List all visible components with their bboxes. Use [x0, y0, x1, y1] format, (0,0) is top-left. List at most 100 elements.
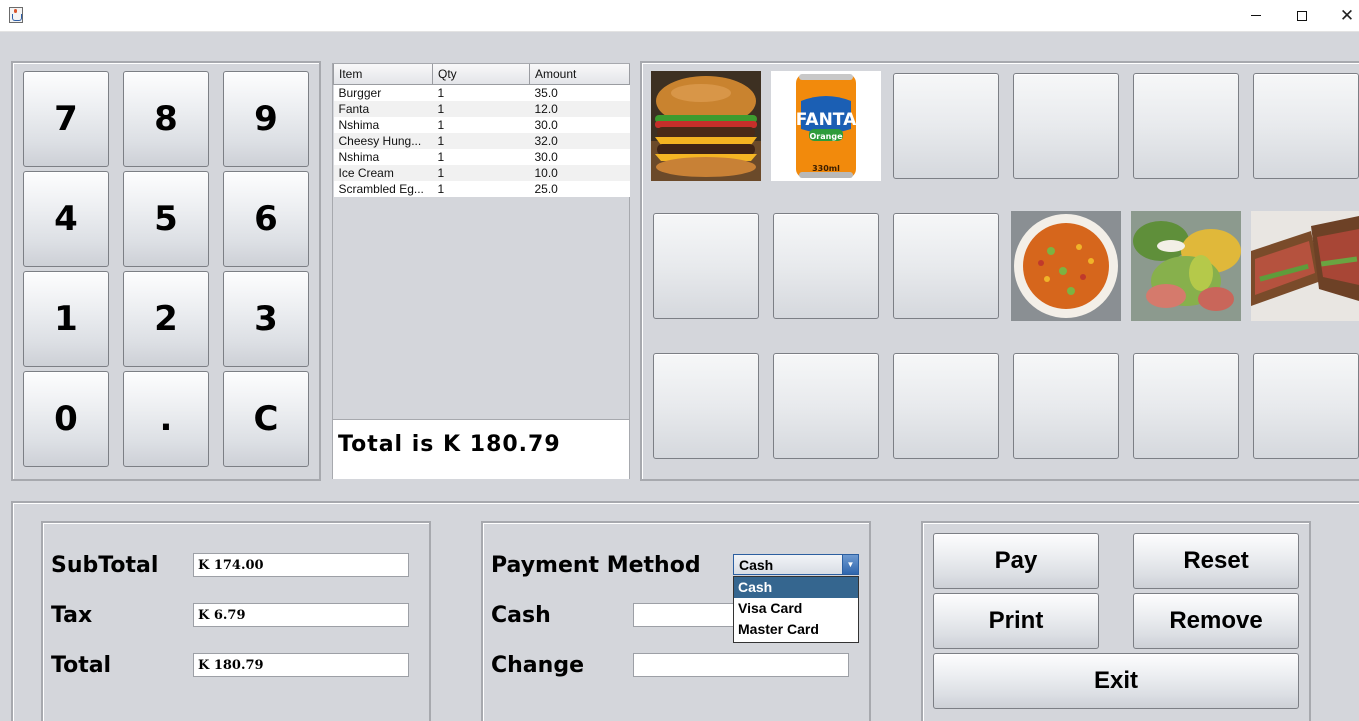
- close-icon: ✕: [1339, 6, 1355, 25]
- column-header-amount[interactable]: Amount: [529, 64, 630, 85]
- orders-table[interactable]: Item Qty Amount Burgger 1 35.0 Fanta 1 12.0 Ns…: [333, 64, 630, 197]
- order-cell-item: Fanta: [333, 101, 433, 117]
- fanta-flavor-text: Orange: [810, 132, 844, 141]
- menu-slot-button[interactable]: [893, 353, 999, 459]
- maximize-icon: [1297, 10, 1307, 21]
- order-row[interactable]: Cheesy Hung... 1 32.0: [333, 133, 630, 149]
- order-cell-amount: 32.0: [529, 133, 630, 149]
- keypad-key-8[interactable]: 8: [123, 71, 209, 167]
- order-cell-item: Nshima: [333, 117, 433, 133]
- column-header-item[interactable]: Item: [333, 64, 433, 85]
- change-field[interactable]: [633, 653, 849, 677]
- order-cell-item: Nshima: [333, 149, 433, 165]
- order-cell-amount: 12.0: [529, 101, 630, 117]
- menu-slot-button[interactable]: [893, 213, 999, 319]
- tax-field[interactable]: K 6.79: [193, 603, 409, 627]
- order-row[interactable]: Ice Cream 1 10.0: [333, 165, 630, 181]
- order-cell-item: Cheesy Hung...: [333, 133, 433, 149]
- menu-slot-button[interactable]: [1133, 73, 1239, 179]
- keypad-key-dot[interactable]: .: [123, 371, 209, 467]
- burger-icon: [651, 71, 761, 181]
- payment-method-dropdown: Cash Visa Card Master Card: [733, 576, 859, 643]
- order-cell-amount: 10.0: [529, 165, 630, 181]
- fanta-logo-text: FANTA: [796, 110, 857, 130]
- menu-slot-button[interactable]: [1013, 73, 1119, 179]
- fanta-button[interactable]: FANTA Orange 330ml: [771, 71, 881, 181]
- column-header-qty[interactable]: Qty: [432, 64, 530, 85]
- menu-slot-button[interactable]: [1253, 73, 1359, 179]
- payment-method-select[interactable]: Cash ▼: [733, 554, 859, 575]
- menu-slot-button[interactable]: [1133, 353, 1239, 459]
- order-cell-qty: 1: [432, 84, 530, 101]
- order-cell-item: Ice Cream: [333, 165, 433, 181]
- order-cell-qty: 1: [432, 101, 530, 117]
- order-row[interactable]: Fanta 1 12.0: [333, 101, 630, 117]
- reset-button[interactable]: Reset: [1133, 533, 1299, 589]
- change-label: Change: [491, 653, 584, 678]
- order-row[interactable]: Scrambled Eg... 1 25.0: [333, 181, 630, 197]
- total-field[interactable]: K 180.79: [193, 653, 409, 677]
- chevron-down-icon[interactable]: ▼: [842, 555, 858, 574]
- keypad-key-2[interactable]: 2: [123, 271, 209, 367]
- salad-button[interactable]: [1131, 211, 1241, 321]
- orders-header-row: Item Qty Amount: [333, 64, 630, 85]
- minimize-button[interactable]: [1233, 0, 1279, 31]
- exit-button[interactable]: Exit: [933, 653, 1299, 709]
- java-app-icon: [9, 7, 23, 23]
- order-cell-item: Burgger: [333, 84, 433, 101]
- keypad-key-3[interactable]: 3: [223, 271, 309, 367]
- order-cell-amount: 30.0: [529, 117, 630, 133]
- pay-button[interactable]: Pay: [933, 533, 1099, 589]
- order-row[interactable]: Nshima 1 30.0: [333, 149, 630, 165]
- keypad-key-9[interactable]: 9: [223, 71, 309, 167]
- print-button[interactable]: Print: [933, 593, 1099, 649]
- maximize-button[interactable]: [1279, 0, 1325, 31]
- order-cell-qty: 1: [432, 165, 530, 181]
- order-cell-item: Scrambled Eg...: [333, 181, 433, 197]
- order-cell-qty: 1: [432, 181, 530, 197]
- subtotal-field[interactable]: K 174.00: [193, 553, 409, 577]
- orders-empty-area: [333, 198, 629, 418]
- payment-option-cash[interactable]: Cash: [734, 577, 858, 598]
- keypad-key-0[interactable]: 0: [23, 371, 109, 467]
- minimize-icon: [1251, 15, 1261, 16]
- burger-button[interactable]: [651, 71, 761, 181]
- keypad-key-7[interactable]: 7: [23, 71, 109, 167]
- order-cell-qty: 1: [432, 117, 530, 133]
- order-total-display: Total is K 180.79: [333, 419, 629, 479]
- order-cell-amount: 30.0: [529, 149, 630, 165]
- order-cell-amount: 25.0: [529, 181, 630, 197]
- remove-button[interactable]: Remove: [1133, 593, 1299, 649]
- order-cell-amount: 35.0: [529, 84, 630, 101]
- payment-option-visa-card[interactable]: Visa Card: [734, 598, 858, 619]
- cash-label: Cash: [491, 603, 551, 628]
- keypad-key-1[interactable]: 1: [23, 271, 109, 367]
- salad-icon: [1131, 211, 1241, 321]
- subtotal-label: SubTotal: [51, 553, 159, 578]
- payment-option-master-card[interactable]: Master Card: [734, 619, 858, 640]
- order-row[interactable]: Burgger 1 35.0: [333, 84, 630, 101]
- payment-method-label: Payment Method: [491, 553, 701, 578]
- menu-slot-button[interactable]: [1253, 353, 1359, 459]
- order-row[interactable]: Nshima 1 30.0: [333, 117, 630, 133]
- fried-rice-icon: [1011, 211, 1121, 321]
- menu-slot-button[interactable]: [653, 213, 759, 319]
- fanta-size-text: 330ml: [812, 164, 840, 173]
- keypad-key-6[interactable]: 6: [223, 171, 309, 267]
- tax-label: Tax: [51, 603, 93, 628]
- fanta-can-icon: FANTA Orange 330ml: [771, 71, 881, 181]
- order-cell-qty: 1: [432, 133, 530, 149]
- keypad-key-4[interactable]: 4: [23, 171, 109, 267]
- menu-slot-button[interactable]: [653, 353, 759, 459]
- menu-slot-button[interactable]: [893, 73, 999, 179]
- fried-rice-button[interactable]: [1011, 211, 1121, 321]
- sandwich-button[interactable]: [1251, 211, 1359, 321]
- title-bar: ✕: [0, 0, 1359, 32]
- menu-slot-button[interactable]: [773, 353, 879, 459]
- close-button[interactable]: ✕: [1324, 0, 1359, 31]
- keypad-key-5[interactable]: 5: [123, 171, 209, 267]
- keypad-key-c[interactable]: C: [223, 371, 309, 467]
- menu-slot-button[interactable]: [773, 213, 879, 319]
- menu-slot-button[interactable]: [1013, 353, 1119, 459]
- payment-method-selected: Cash: [739, 557, 774, 573]
